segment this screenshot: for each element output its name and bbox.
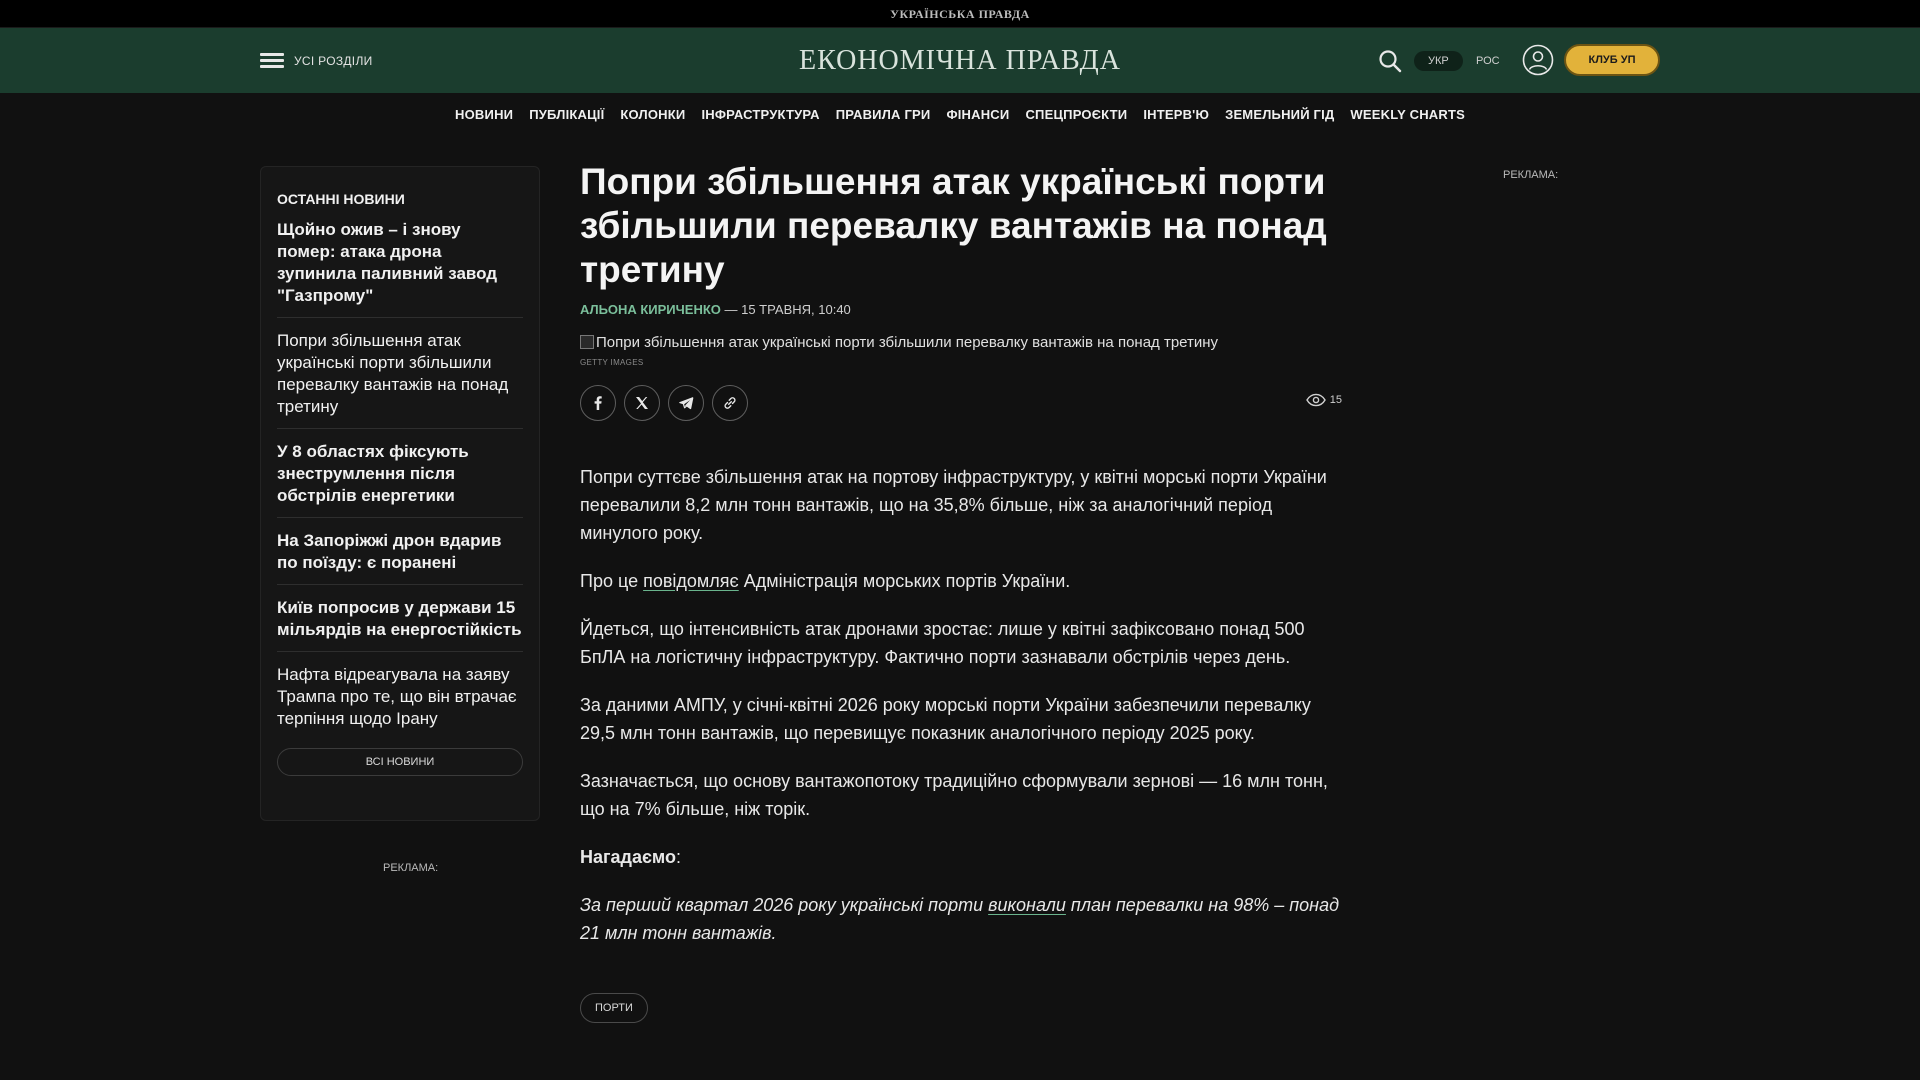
telegram-share-button[interactable]: [668, 385, 704, 421]
list-item[interactable]: Нафта відреагувала на заяву Трампа про т…: [277, 652, 523, 740]
view-counter: 15: [1305, 393, 1342, 407]
list-item[interactable]: Попри збільшення атак українські порти з…: [277, 318, 523, 429]
latest-news-title: ОСТАННІ НОВИНИ: [277, 191, 405, 207]
list-item[interactable]: Київ попросив у держави 15 мільярдів на …: [277, 585, 523, 652]
telegram-icon: [679, 397, 694, 410]
related-link[interactable]: виконали: [988, 895, 1066, 915]
search-icon[interactable]: [1377, 48, 1403, 74]
article: Попри збільшення атак українські порти з…: [580, 160, 1342, 1023]
nav-item-rules[interactable]: ПРАВИЛА ГРИ: [836, 107, 931, 122]
article-image: Попри збільшення атак українські порти з…: [580, 332, 1342, 352]
image-alt-text: Попри збільшення атак українські порти з…: [596, 333, 1219, 351]
nav-item-land-guide[interactable]: ЗЕМЕЛЬНИЙ ГІД: [1225, 107, 1334, 122]
paragraph: Про це повідомляє Адміністрація морських…: [580, 567, 1342, 595]
nav-item-infrastructure[interactable]: ІНФРАСТРУКТУРА: [701, 107, 819, 122]
list-item[interactable]: Щойно ожив – і знову помер: атака дрона …: [277, 207, 523, 318]
article-body: Попри суттєве збільшення атак на портову…: [580, 463, 1342, 947]
source-link[interactable]: повідомляє: [643, 571, 739, 591]
lang-ukr-button[interactable]: УКР: [1414, 51, 1463, 71]
lang-ros-button[interactable]: РОС: [1462, 51, 1514, 71]
nav-item-weekly-charts[interactable]: WEEKLY CHARTS: [1350, 107, 1465, 122]
author-link[interactable]: АЛЬОНА КИРИЧЕНКО: [580, 302, 721, 317]
nav-item-special-projects[interactable]: СПЕЦПРОЄКТИ: [1025, 107, 1127, 122]
copy-link-button[interactable]: [712, 385, 748, 421]
paragraph-text: Про це: [580, 571, 644, 591]
latest-news-sidebar: ОСТАННІ НОВИНИ Щойно ожив – і знову поме…: [260, 166, 540, 821]
publish-date: — 15 ТРАВНЯ, 10:40: [720, 302, 851, 317]
nav-item-news[interactable]: НОВИНИ: [455, 107, 513, 122]
ad-label-left: РЕКЛАМА:: [383, 862, 439, 874]
main-nav: НОВИНИ ПУБЛІКАЦІЇ КОЛОНКИ ІНФРАСТРУКТУРА…: [0, 93, 1920, 135]
view-count: 15: [1329, 394, 1342, 406]
nav-item-publications[interactable]: ПУБЛІКАЦІЇ: [529, 107, 604, 122]
facebook-share-button[interactable]: [580, 385, 616, 421]
site-header: УСІ РОЗДІЛИ ЕКОНОМІЧНА ПРАВДА УКР РОС КЛ…: [0, 28, 1920, 93]
reminder-heading: Нагадаємо:: [580, 843, 1342, 871]
top-strip: УКРАЇНСЬКА ПРАВДА: [0, 0, 1920, 28]
list-item[interactable]: У 8 областях фіксують знеструмлення післ…: [277, 429, 523, 518]
broken-image-icon: [580, 335, 594, 349]
paragraph: Зазначається, що основу вантажопотоку тр…: [580, 771, 1328, 819]
eye-icon: [1305, 393, 1326, 407]
facebook-icon: [594, 396, 602, 410]
paragraph: Попри суттєве збільшення атак на портову…: [580, 467, 1327, 543]
tag-ports[interactable]: ПОРТИ: [580, 993, 648, 1023]
paragraph: За даними АМПУ, у січні-квітні 2026 року…: [580, 695, 1311, 743]
x-share-button[interactable]: [624, 385, 660, 421]
image-credit: GETTY IMAGES: [580, 358, 644, 367]
all-news-button[interactable]: ВСІ НОВИНИ: [277, 748, 523, 776]
link-icon: [724, 397, 736, 409]
paragraph-text: Адміністрація морських портів України.: [738, 571, 1071, 591]
reminder-colon: :: [675, 847, 681, 867]
nav-item-finance[interactable]: ФІНАНСИ: [946, 107, 1009, 122]
user-icon[interactable]: [1522, 44, 1554, 76]
x-icon: [636, 397, 648, 409]
share-row: 15: [580, 385, 1342, 421]
club-up-button[interactable]: КЛУБ УП: [1564, 44, 1660, 76]
up-brand[interactable]: УКРАЇНСЬКА ПРАВДА: [0, 7, 1920, 22]
paragraph: За перший квартал 2026 року українські п…: [580, 891, 1342, 947]
paragraph: Йдеться, що інтенсивність атак дронами з…: [580, 619, 1305, 667]
byline: АЛЬОНА КИРИЧЕНКО — 15 ТРАВНЯ, 10:40: [580, 302, 1342, 317]
list-item[interactable]: На Запоріжжі дрон вдарив по поїзду: є по…: [277, 518, 523, 585]
paragraph-text: За перший квартал 2026 року українські п…: [580, 895, 989, 915]
article-title: Попри збільшення атак українські порти з…: [580, 161, 1327, 290]
ad-label-right: РЕКЛАМА:: [1503, 169, 1559, 181]
nav-item-interview[interactable]: ІНТЕРВ'Ю: [1143, 107, 1209, 122]
reminder-label: Нагадаємо: [580, 847, 676, 867]
nav-item-columns[interactable]: КОЛОНКИ: [620, 107, 685, 122]
